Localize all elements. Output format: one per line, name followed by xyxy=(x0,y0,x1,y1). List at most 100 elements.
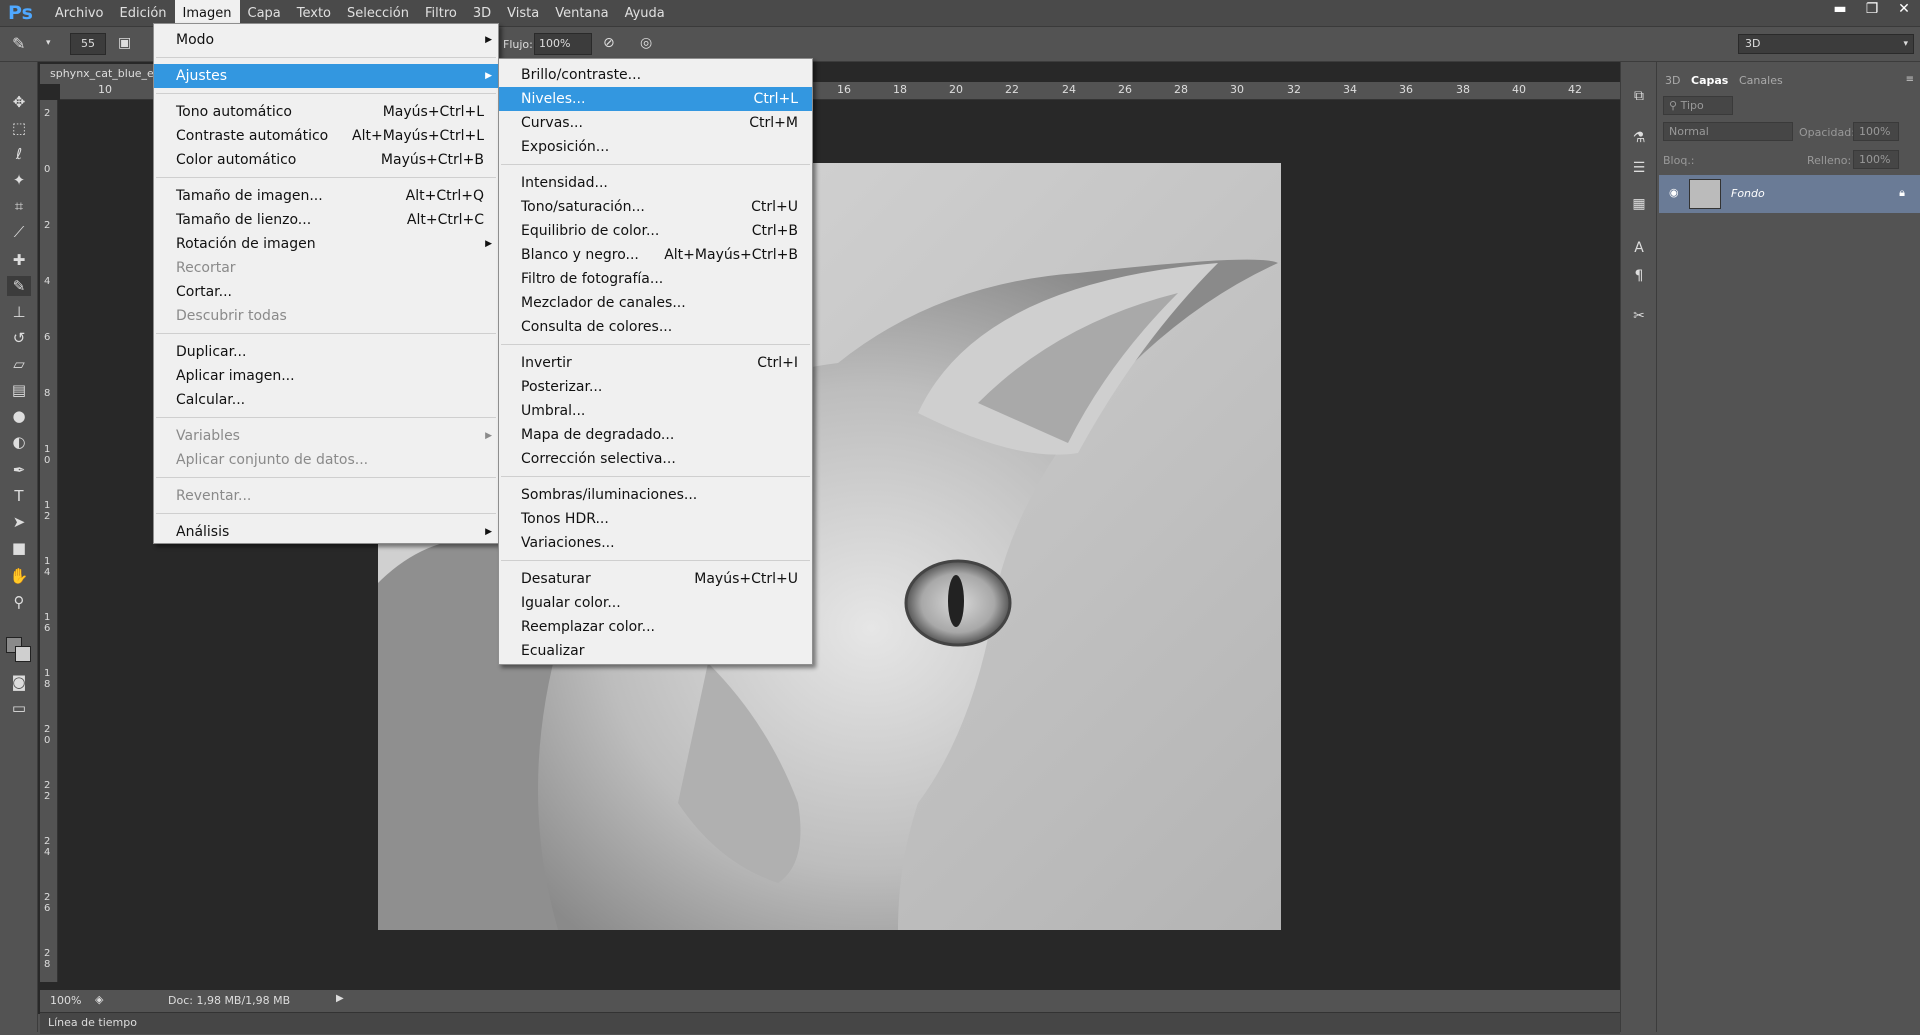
hand-tool-icon[interactable]: ✋ xyxy=(7,566,31,586)
menu-item-brillo-contraste[interactable]: Brillo/contraste... xyxy=(499,63,812,87)
brush-tool-icon[interactable]: ✎ xyxy=(12,34,25,53)
healing-tool-icon[interactable]: ✚ xyxy=(7,250,31,270)
path-select-tool-icon[interactable]: ➤ xyxy=(7,512,31,532)
layer-row-fondo[interactable]: ◉ Fondo 🔒︎ xyxy=(1659,175,1920,213)
minimize-button[interactable]: ▬ xyxy=(1824,0,1856,20)
lasso-tool-icon[interactable]: ℓ xyxy=(7,144,31,164)
status-options-icon[interactable]: ◈ xyxy=(95,993,103,1006)
menu-item-analisis[interactable]: Análisis ▶ xyxy=(154,520,498,544)
flow-field[interactable]: 100% xyxy=(534,33,592,55)
menu-item-curvas[interactable]: Curvas... Ctrl+M xyxy=(499,111,812,135)
zoom-tool-icon[interactable]: ⚲ xyxy=(7,592,31,612)
menu-item-blanco-y-negro[interactable]: Blanco y negro... Alt+Mayús+Ctrl+B xyxy=(499,243,812,267)
tab-3d[interactable]: 3D xyxy=(1665,74,1680,87)
menu-item-contraste-automatico[interactable]: Contraste automático Alt+Mayús+Ctrl+L xyxy=(154,124,498,148)
menu-item-consulta-de-colores[interactable]: Consulta de colores... xyxy=(499,315,812,339)
character-panel-icon[interactable]: A xyxy=(1630,240,1648,258)
menu-item-reemplazar-color[interactable]: Reemplazar color... xyxy=(499,615,812,639)
dropdown-arrow-icon[interactable]: ▾ xyxy=(46,38,51,48)
menu-item-intensidad[interactable]: Intensidad... xyxy=(499,171,812,195)
type-tool-icon[interactable]: T xyxy=(7,486,31,506)
menu-item-umbral[interactable]: Umbral... xyxy=(499,399,812,423)
menu-item-igualar-color[interactable]: Igualar color... xyxy=(499,591,812,615)
menu-item-aplicar-imagen[interactable]: Aplicar imagen... xyxy=(154,364,498,388)
restore-button[interactable]: ❐ xyxy=(1856,0,1888,20)
menu-item-color-automatico[interactable]: Color automático Mayús+Ctrl+B xyxy=(154,148,498,172)
menu-item-equilibrio-de-color[interactable]: Equilibrio de color... Ctrl+B xyxy=(499,219,812,243)
blend-mode-select[interactable]: Normal xyxy=(1663,122,1793,141)
eraser-tool-icon[interactable]: ▱ xyxy=(7,354,31,374)
history-panel-icon[interactable]: ⧉ xyxy=(1630,88,1648,106)
menu-item-desaturar[interactable]: Desaturar Mayús+Ctrl+U xyxy=(499,567,812,591)
menu-item-invertir[interactable]: Invertir Ctrl+I xyxy=(499,351,812,375)
menu-item-rotacion-de-imagen[interactable]: Rotación de imagen ▶ xyxy=(154,232,498,256)
layer-filter-select[interactable]: ⚲ Tipo xyxy=(1663,96,1733,115)
menu-item-mapa-de-degradado[interactable]: Mapa de degradado... xyxy=(499,423,812,447)
menu-item-tamano-de-imagen[interactable]: Tamaño de imagen... Alt+Ctrl+Q xyxy=(154,184,498,208)
menu-item-posterizar[interactable]: Posterizar... xyxy=(499,375,812,399)
menu-item-ajustes[interactable]: Ajustes ▶ xyxy=(154,64,498,88)
screen-mode-icon[interactable]: ▭ xyxy=(7,698,31,718)
background-color-swatch[interactable] xyxy=(15,646,31,662)
workspace-select[interactable]: 3D ▾ xyxy=(1738,34,1914,54)
status-menu-arrow-icon[interactable]: ▶ xyxy=(336,993,344,1004)
layer-comps-icon[interactable]: ▦ xyxy=(1630,196,1648,214)
menu-item-mezclador-de-canales[interactable]: Mezclador de canales... xyxy=(499,291,812,315)
gradient-tool-icon[interactable]: ▤ xyxy=(7,380,31,400)
menu-item-sombras-iluminaciones[interactable]: Sombras/iluminaciones... xyxy=(499,483,812,507)
adjustments-panel-icon[interactable]: ⚗ xyxy=(1630,130,1648,148)
marquee-tool-icon[interactable]: ⬚ xyxy=(7,118,31,138)
menu-item-modo[interactable]: Modo ▶ xyxy=(154,28,498,52)
menu-ventana[interactable]: Ventana xyxy=(547,0,616,27)
menu-item-duplicar[interactable]: Duplicar... xyxy=(154,340,498,364)
paragraph-panel-icon[interactable]: ¶ xyxy=(1630,268,1648,286)
shape-tool-icon[interactable]: ■ xyxy=(7,538,31,558)
menu-item-label: Cortar... xyxy=(176,284,232,300)
menu-item-exposicion[interactable]: Exposición... xyxy=(499,135,812,159)
tab-capas[interactable]: Capas xyxy=(1691,74,1728,87)
menu-item-tamano-de-lienzo[interactable]: Tamaño de lienzo... Alt+Ctrl+C xyxy=(154,208,498,232)
airbrush-icon[interactable]: ⊘ xyxy=(603,35,615,51)
menu-item-tonos-hdr[interactable]: Tonos HDR... xyxy=(499,507,812,531)
menu-item-niveles[interactable]: Niveles... Ctrl+L xyxy=(499,87,812,111)
timeline-panel[interactable]: Línea de tiempo xyxy=(40,1012,1620,1034)
panel-menu-icon[interactable]: ≡ xyxy=(1906,74,1914,85)
fill-field[interactable]: 100% xyxy=(1853,150,1899,169)
menu-item-tono-automatico[interactable]: Tono automático Mayús+Ctrl+L xyxy=(154,100,498,124)
quick-select-tool-icon[interactable]: ✦ xyxy=(7,170,31,190)
brush-tool-icon[interactable]: ✎ xyxy=(7,276,31,296)
blur-tool-icon[interactable]: ● xyxy=(7,406,31,426)
menu-archivo[interactable]: Archivo xyxy=(47,0,112,27)
zoom-level[interactable]: 100% xyxy=(50,994,81,1007)
dodge-tool-icon[interactable]: ◐ xyxy=(7,432,31,452)
eye-icon[interactable]: ◉ xyxy=(1669,186,1679,199)
document-tab[interactable]: sphynx_cat_blue_e xyxy=(40,64,170,84)
crop-tool-icon[interactable]: ⌗ xyxy=(7,196,31,216)
move-tool-icon[interactable]: ✥ xyxy=(7,92,31,112)
lock-icon: 🔒︎ xyxy=(1899,186,1905,199)
brush-panel-icon[interactable]: ▣ xyxy=(118,35,131,51)
history-brush-tool-icon[interactable]: ↺ xyxy=(7,328,31,348)
tab-canales[interactable]: Canales xyxy=(1739,74,1783,87)
menu-item-tono-saturacion[interactable]: Tono/saturación... Ctrl+U xyxy=(499,195,812,219)
menu-item-shortcut: Alt+Mayús+Ctrl+B xyxy=(664,247,798,263)
tool-presets-icon[interactable]: ✂ xyxy=(1630,308,1648,326)
menu-vista[interactable]: Vista xyxy=(499,0,547,27)
menu-item-cortar[interactable]: Cortar... xyxy=(154,280,498,304)
menu-item-filtro-de-fotografia[interactable]: Filtro de fotografía... xyxy=(499,267,812,291)
opacity-field[interactable]: 100% xyxy=(1853,122,1899,141)
menu-item-variaciones[interactable]: Variaciones... xyxy=(499,531,812,555)
eyedropper-tool-icon[interactable]: ⟋ xyxy=(7,222,31,242)
menu-item-calcular[interactable]: Calcular... xyxy=(154,388,498,412)
quick-mask-icon[interactable]: ◙ xyxy=(7,672,31,692)
pressure-size-icon[interactable]: ◎ xyxy=(640,35,652,51)
close-button[interactable]: ✕ xyxy=(1888,0,1920,20)
menu-item-ecualizar[interactable]: Ecualizar xyxy=(499,639,812,663)
pen-tool-icon[interactable]: ✒ xyxy=(7,460,31,480)
menu-item-label: Niveles... xyxy=(521,91,586,107)
menu-item-correccion-selectiva[interactable]: Corrección selectiva... xyxy=(499,447,812,471)
brush-size-picker[interactable]: 55 xyxy=(70,33,106,55)
stamp-tool-icon[interactable]: ⊥ xyxy=(7,302,31,322)
properties-panel-icon[interactable]: ☰ xyxy=(1630,160,1648,178)
menu-ayuda[interactable]: Ayuda xyxy=(617,0,673,27)
